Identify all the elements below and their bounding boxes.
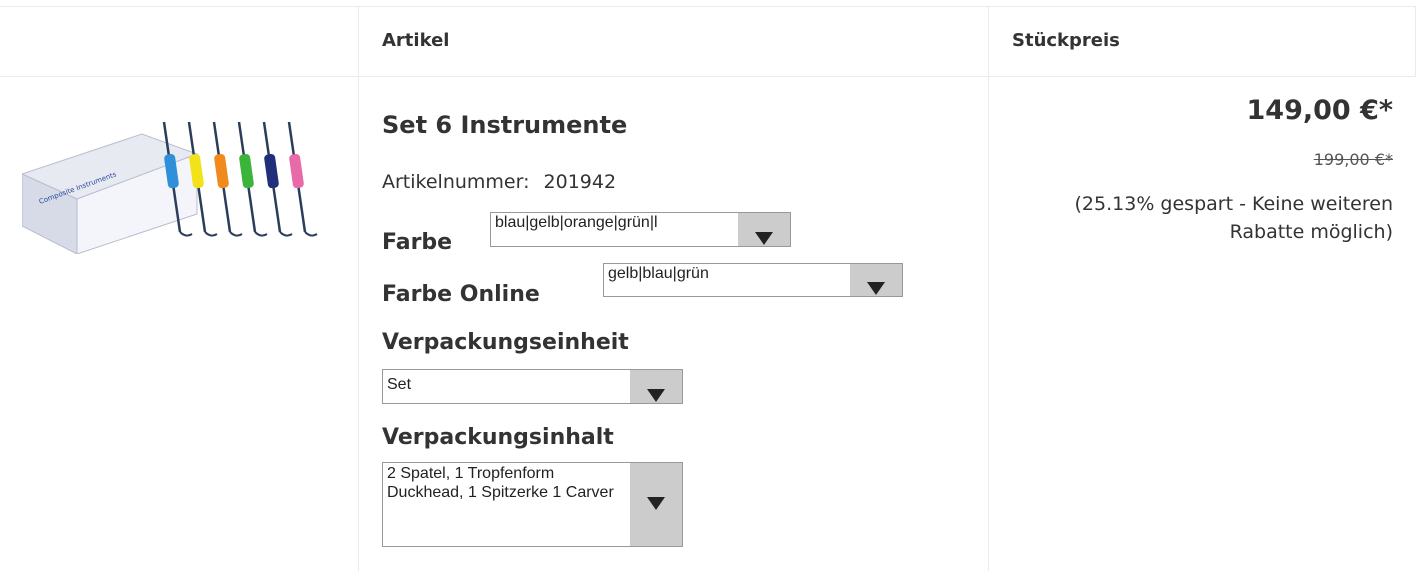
farbe-online-label: Farbe Online [382,282,540,307]
instrument-2 [187,121,218,237]
farbe-online-select[interactable]: gelb|blau|grün [603,263,903,297]
instrument-4 [237,121,268,237]
instrument-5 [262,121,293,237]
instrument-6 [287,121,318,237]
farbe-select-dropdown-button[interactable] [738,213,790,246]
chevron-down-icon [867,282,885,295]
farbe-online-select-dropdown-button[interactable] [850,264,902,296]
product-title[interactable]: Set 6 Instrumente [382,111,627,139]
column-divider-left [358,6,359,571]
article-number-row: Artikelnummer: 201942 [382,171,616,193]
chevron-down-icon [647,389,665,402]
old-price: 199,00 €* [1313,150,1393,169]
farbe-online-select-value: gelb|blau|grün [608,265,709,282]
verpackungsinhalt-select-dropdown-button[interactable] [630,463,682,546]
farbe-label: Farbe [382,230,453,255]
farbe-select[interactable]: blau|gelb|orange|grün|l [490,212,791,247]
verpackungseinheit-select-value: Set [387,376,412,393]
article-number-value: 201942 [543,171,617,193]
chevron-down-icon [647,497,665,510]
column-divider-right [988,6,989,571]
verpackungsinhalt-select[interactable]: 2 Spatel, 1 Tropfenform Duckhead, 1 Spit… [382,462,683,547]
savings-note: (25.13% gespart - Keine weiteren Rabatte… [1074,193,1393,243]
verpackungseinheit-select-dropdown-button[interactable] [630,370,682,403]
instrument-3 [212,121,243,237]
chevron-down-icon [755,232,773,245]
article-number-label: Artikelnummer: [382,171,530,193]
farbe-select-value: blau|gelb|orange|grün|l [495,214,658,231]
current-price: 149,00 €* [1246,95,1394,126]
column-header-stueckpreis: Stückpreis [1012,30,1120,51]
verpackungseinheit-label: Verpackungseinheit [382,330,629,355]
dental-instruments-set-image[interactable]: Composite Instruments [22,114,322,254]
verpackungsinhalt-label: Verpackungsinhalt [382,425,614,450]
column-header-artikel: Artikel [382,30,450,51]
verpackungsinhalt-select-value: 2 Spatel, 1 Tropfenform Duckhead, 1 Spit… [387,465,614,501]
header-bottom-border [0,76,1416,77]
table-top-border [0,6,1416,7]
verpackungseinheit-select[interactable]: Set [382,369,683,404]
